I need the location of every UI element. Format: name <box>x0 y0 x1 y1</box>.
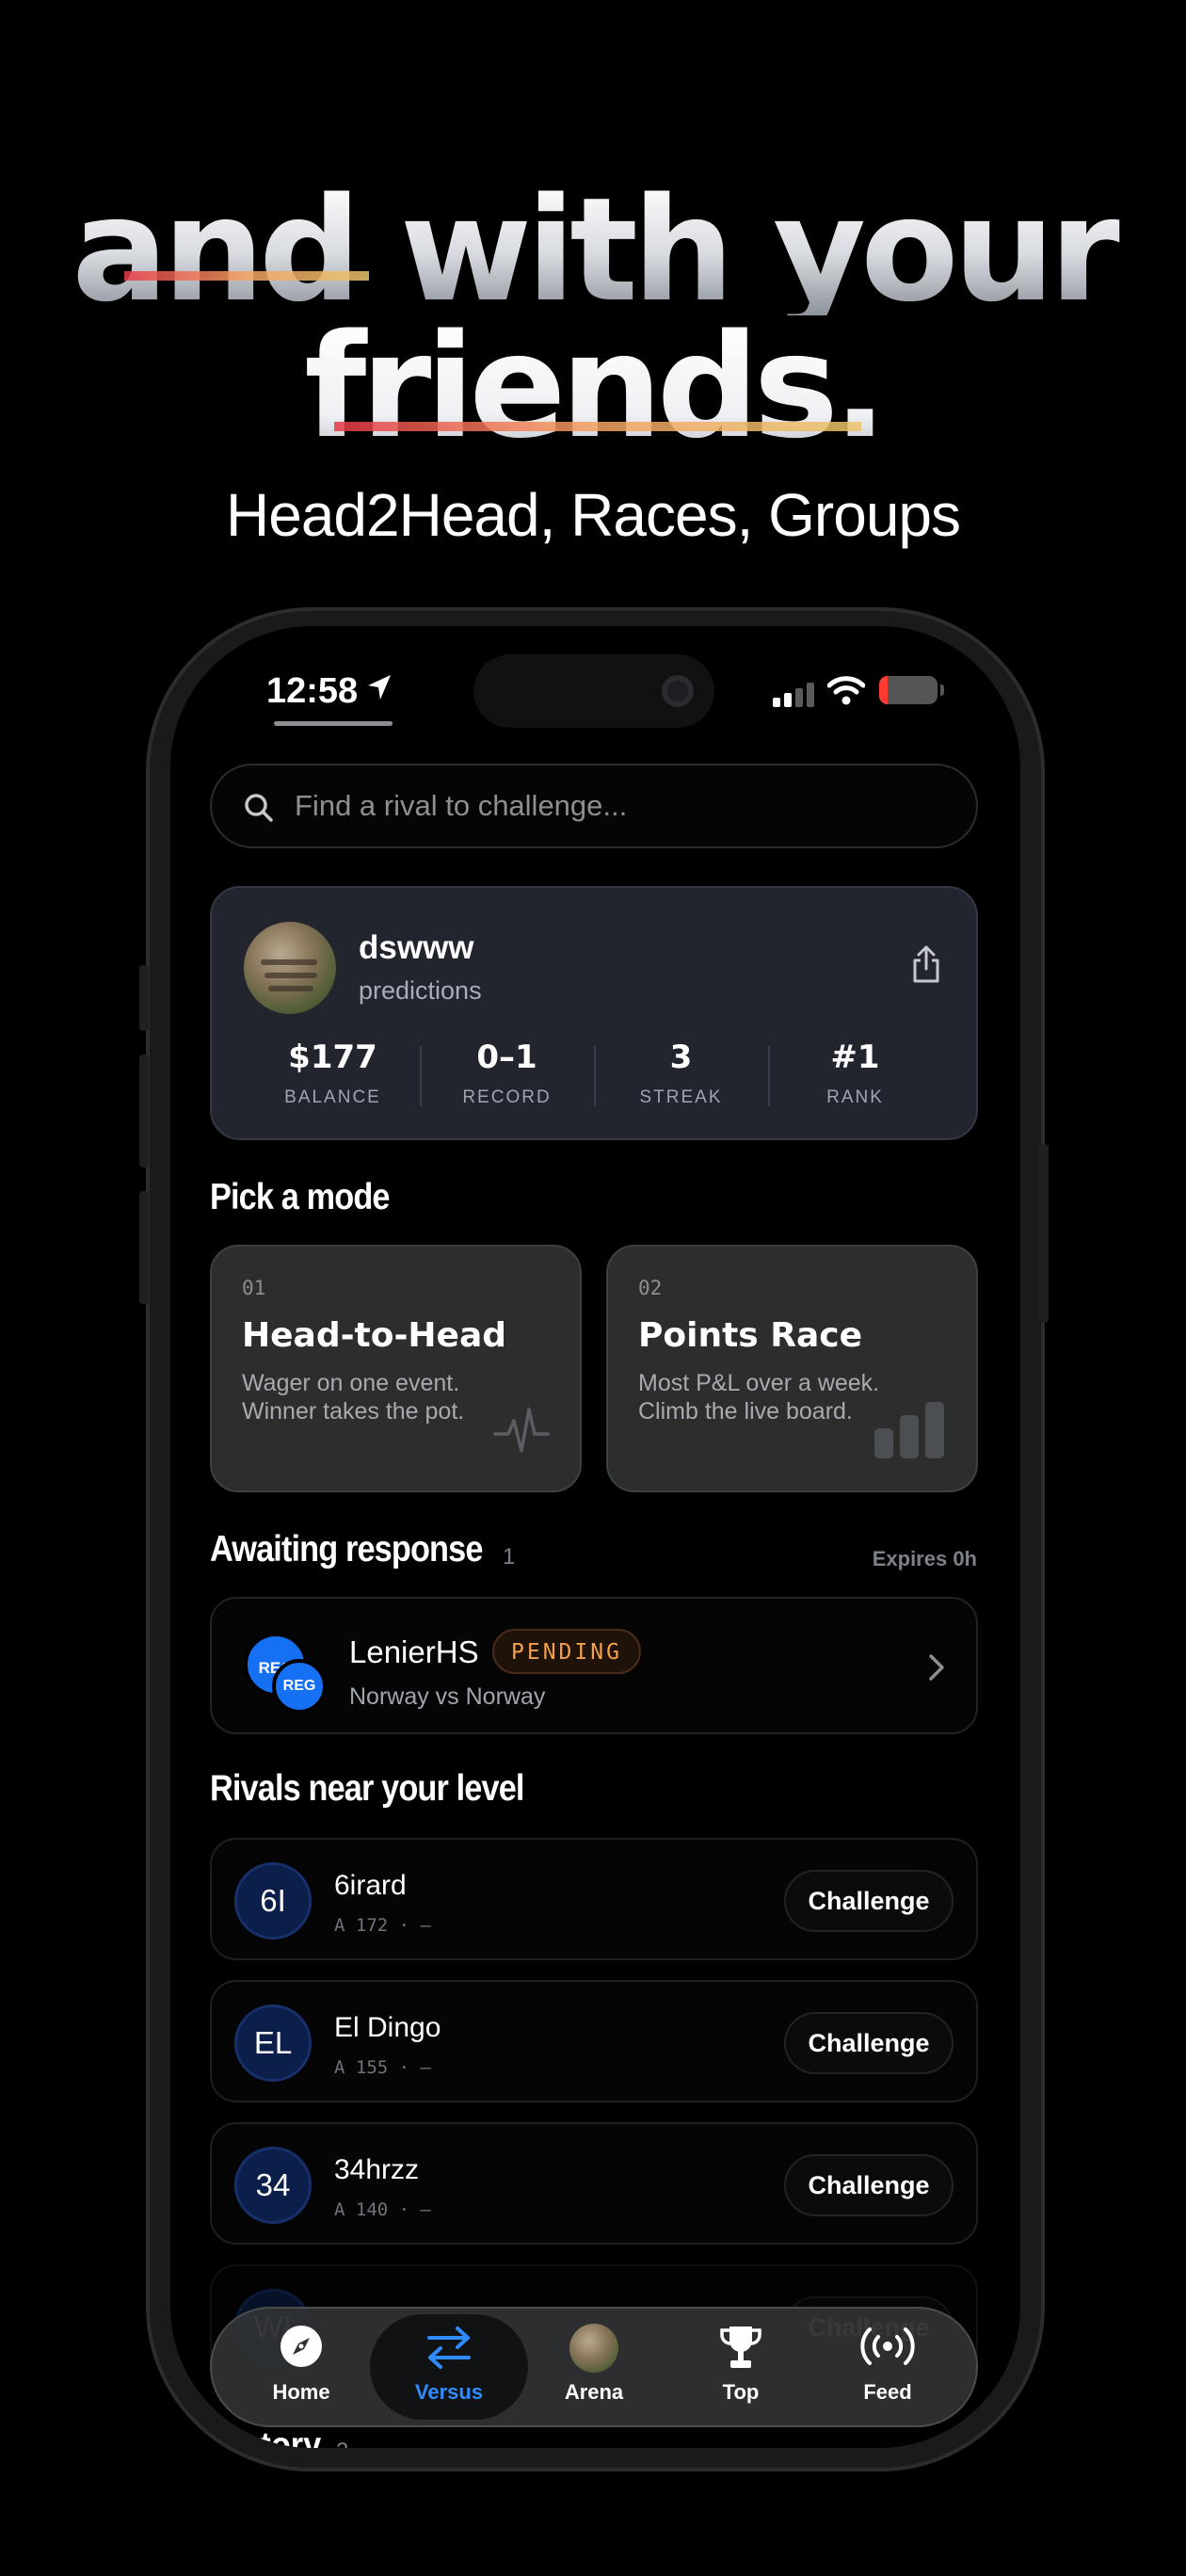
battery-nub <box>940 684 944 696</box>
rival-meta: A 155 · — <box>334 2057 431 2078</box>
stat-label: RANK <box>826 1087 884 1107</box>
headline-line-1: and with your <box>0 179 1186 322</box>
avatar[interactable] <box>244 922 336 1014</box>
mode-description-line: Wager on one event. <box>242 1370 460 1396</box>
pending-match: Norway vs Norway <box>349 1683 546 1710</box>
stat-label: STREAK <box>639 1087 723 1107</box>
tab-home[interactable]: Home <box>228 2309 375 2425</box>
search-icon <box>245 794 273 822</box>
rival-avatar: EL <box>234 2004 312 2082</box>
stat-record: 0–1 RECORD <box>420 1038 594 1123</box>
pending-opponent-name: LenierHS <box>349 1634 479 1669</box>
compass-icon <box>280 2326 322 2367</box>
rival-meta: A 140 · — <box>334 2199 431 2220</box>
stat-value: 3 <box>669 1038 693 1076</box>
status-time: 12:58 <box>266 671 359 711</box>
rival-name: 6irard <box>334 1870 407 1901</box>
wifi-icon <box>827 676 865 705</box>
section-title-modes: Pick a mode <box>210 1177 390 1217</box>
stat-streak: 3 STREAK <box>594 1038 768 1123</box>
search-input[interactable]: Find a rival to challenge... <box>210 764 978 848</box>
headline-gradient-accent <box>124 271 369 281</box>
stat-rank: #1 RANK <box>768 1038 942 1123</box>
tab-top[interactable]: Top <box>667 2309 814 2425</box>
mode-title: Points Race <box>638 1316 863 1355</box>
mode-card-head-to-head[interactable]: 01 Head-to-Head Wager on one event. Winn… <box>210 1245 582 1492</box>
share-icon[interactable] <box>910 944 942 984</box>
phone-screen: 12:58 Find a rival to challenge... dswww… <box>170 626 1020 2448</box>
headline-line-2: friends. <box>0 315 1186 459</box>
profile-stats: $177 BALANCE 0–1 RECORD 3 STREAK #1 RANK <box>212 1038 976 1123</box>
stat-label: BALANCE <box>284 1087 381 1107</box>
tab-feed[interactable]: Feed <box>814 2309 961 2425</box>
awaiting-count: 1 <box>503 1544 516 1570</box>
stat-label: RECORD <box>462 1087 552 1107</box>
tab-label: Arena <box>564 2380 624 2404</box>
section-title-awaiting: Awaiting response <box>210 1529 483 1570</box>
phone-volume-down <box>139 1191 149 1304</box>
rival-name: El Dingo <box>334 2012 441 2043</box>
broadcast-icon <box>860 2327 915 2365</box>
mode-number: 01 <box>242 1277 266 1299</box>
stat-value: 0–1 <box>476 1038 537 1076</box>
history-count: 3 <box>336 2439 348 2448</box>
stat-balance: $177 BALANCE <box>246 1038 420 1123</box>
chevron-right-icon <box>929 1654 944 1681</box>
cellular-signal-icon <box>773 683 814 707</box>
phone-side-button <box>139 965 149 1031</box>
tab-label: Versus <box>414 2380 484 2404</box>
dynamic-island <box>473 654 714 728</box>
challenge-button[interactable]: Challenge <box>784 1870 954 1932</box>
swap-arrows-icon <box>427 2326 471 2369</box>
profile-card: dswww predictions $177 BALANCE 0–1 RECOR… <box>210 886 978 1140</box>
rival-name: 34hrzz <box>334 2154 420 2185</box>
mode-title: Head-to-Head <box>242 1316 507 1355</box>
rival-row: EL El Dingo A 155 · — Challenge <box>210 1980 978 2102</box>
rival-meta: A 172 · — <box>334 1915 431 1936</box>
stat-value: $177 <box>288 1038 377 1076</box>
bar-chart-icon <box>874 1402 944 1458</box>
status-badge: PENDING <box>492 1629 641 1674</box>
mode-card-points-race[interactable]: 02 Points Race Most P&L over a week. Cli… <box>606 1245 978 1492</box>
marketing-headline: and with your friends. <box>0 179 1186 459</box>
profile-subtitle: predictions <box>359 976 482 1005</box>
tab-bar: Home Versus Arena Top Feed <box>210 2307 978 2427</box>
phone-volume-up <box>139 1055 149 1167</box>
mode-number: 02 <box>638 1277 663 1299</box>
tab-label: Feed <box>863 2380 912 2404</box>
location-arrow-icon <box>368 675 391 700</box>
trophy-icon <box>720 2326 761 2368</box>
avatar-icon <box>569 2324 618 2373</box>
camera-icon <box>662 675 694 707</box>
pending-challenge-row[interactable]: REG REG LenierHS PENDING Norway vs Norwa… <box>210 1597 978 1734</box>
status-bar: 12:58 <box>170 626 1020 730</box>
rival-avatar: 6I <box>234 1862 312 1940</box>
battery-icon <box>879 676 938 704</box>
league-badge-front: REG <box>272 1659 327 1714</box>
challenge-button[interactable]: Challenge <box>784 2154 954 2216</box>
search-placeholder: Find a rival to challenge... <box>295 789 628 822</box>
awaiting-expires: Expires 0h <box>872 1547 977 1570</box>
tab-label: Top <box>722 2380 760 2404</box>
battery-level <box>879 676 889 704</box>
status-time-underline <box>274 721 393 726</box>
section-title-rivals: Rivals near your level <box>210 1768 524 1809</box>
headline-gradient-accent-2 <box>334 422 861 431</box>
phone-power-button <box>1039 1144 1049 1323</box>
profile-username: dswww <box>359 929 474 966</box>
rival-avatar: 34 <box>234 2147 312 2224</box>
challenge-button[interactable]: Challenge <box>784 2012 954 2074</box>
rival-row: 6I 6irard A 172 · — Challenge <box>210 1838 978 1960</box>
stat-value: #1 <box>830 1038 880 1076</box>
rival-row: 34 34hrzz A 140 · — Challenge <box>210 2122 978 2245</box>
tab-arena[interactable]: Arena <box>521 2309 667 2425</box>
pulse-icon <box>493 1408 550 1453</box>
marketing-subtitle: Head2Head, Races, Groups <box>226 481 961 549</box>
tab-label: Home <box>272 2380 330 2404</box>
mode-description-line: Most P&L over a week. <box>638 1370 880 1396</box>
tab-versus[interactable]: Versus <box>370 2314 528 2420</box>
section-title-history: History <box>210 2425 322 2448</box>
